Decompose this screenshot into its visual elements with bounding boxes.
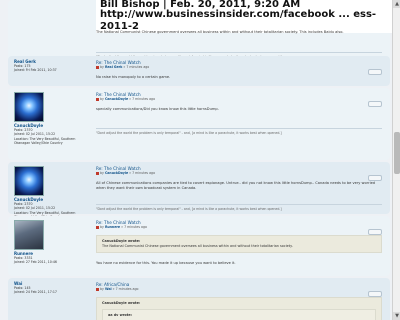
post-icon [96, 287, 99, 291]
post-author[interactable]: CanuckDoyle [105, 97, 128, 101]
post-icon [96, 65, 99, 69]
vertical-scrollbar[interactable]: ▲ ▼ [392, 0, 400, 320]
post-profile: Runnere Posts: 3331 Joined: 27 Feb 2011,… [14, 220, 84, 265]
post-profile: CanuckDoyle Posts: 2370 Joined: 02 Jul 2… [14, 166, 84, 219]
post-text: No raise his monopoly to a certain game. [96, 75, 171, 79]
post-body: Re: The Chinal Watch by CanuckDoyle » 7 … [96, 166, 382, 197]
post-icon [96, 171, 99, 175]
article-headline: Bill Bishop | Feb. 20, 2011, 9:20 AM htt… [96, 0, 392, 33]
post-body: Re: Africa/China by Wai » 7 minutes ago … [96, 282, 382, 320]
post-date: » 7 minutes ago [128, 97, 156, 101]
join-date: Joined: 27 Feb 2011, 10:46 [14, 260, 57, 265]
post-body: Re: The Chinal Watch by Runnere » 7 minu… [96, 220, 382, 272]
post-body: Re: The Chinal Watch by Real Gerk » 7 mi… [96, 60, 382, 86]
quote-author: CanuckDoyle wrote: [102, 301, 141, 305]
post-author[interactable]: Runnere [105, 225, 120, 229]
post-signature: "Dont adjust the world the problem is on… [96, 128, 382, 135]
post-icon [96, 97, 99, 101]
post-date: » 7 minutes ago [122, 65, 150, 69]
post-author[interactable]: Wai [105, 287, 112, 291]
post-profile: Wai Posts: 145 Joined: 24 Feb 2011, 17:1… [14, 281, 84, 295]
headline-byline: Bill Bishop | Feb. 20, 2011, 9:20 AM [100, 0, 301, 10]
post-text: You have no evidence for this. You made … [96, 261, 236, 265]
post-4: Runnere Posts: 3331 Joined: 27 Feb 2011,… [8, 216, 390, 276]
post-date: » 7 minutes ago [111, 287, 139, 291]
post-profile: CanuckDoyle Posts: 2370 Joined: 02 Jul 2… [14, 92, 84, 145]
post-signature: "Dont adjust the world the problem is on… [96, 204, 382, 211]
join-date: Joined: 24 Feb 2011, 17:17 [14, 290, 57, 295]
post-author-line: by CanuckDoyle » 7 minutes ago [96, 97, 382, 102]
scroll-up-icon[interactable]: ▲ [393, 0, 400, 8]
post-body: Re: The Chinal Watch by CanuckDoyle » 7 … [96, 92, 382, 118]
post-text: All of Chinese communications companies … [96, 181, 376, 190]
post-date: » 7 minutes ago [120, 225, 147, 229]
post-author[interactable]: Real Gerk [105, 65, 122, 69]
post-author[interactable]: CanuckDoyle [105, 171, 128, 175]
avatar [14, 166, 44, 196]
forum-viewport: Bill Bishop | Feb. 20, 2011, 9:20 AM htt… [0, 0, 392, 320]
quote-block: CanuckDoyle wrote: aa dv wrote: [96, 297, 382, 320]
post-author-line: by CanuckDoyle » 7 minutes ago [96, 171, 382, 176]
post-profile: Real Gerk Posts: 175 Joined: Fri Feb 201… [14, 59, 84, 73]
location-cont: Okanagan Valley/Okie Country [14, 140, 63, 145]
post-text: specially communications/Did you know kn… [96, 107, 219, 111]
scroll-thumb[interactable] [394, 132, 400, 174]
post-author-line: by Runnere » 7 minutes ago [96, 225, 382, 230]
post-author-line: by Wai » 7 minutes ago [96, 287, 382, 292]
nested-quote-block: aa dv wrote: [102, 309, 376, 320]
post-5: Wai Posts: 145 Joined: 24 Feb 2011, 17:1… [8, 278, 390, 320]
quote-block: CanuckDoyle wrote: The National Communis… [96, 235, 382, 253]
post-author-line: by Real Gerk » 7 minutes ago [96, 65, 382, 70]
post-2: CanuckDoyle Posts: 2370 Joined: 02 Jul 2… [8, 88, 390, 160]
post-text: The National Communist Chinese governmen… [96, 30, 344, 34]
avatar [14, 92, 44, 122]
join-date: Joined: Fri Feb 2011, 10:37 [14, 68, 57, 73]
post-1: Real Gerk Posts: 175 Joined: Fri Feb 201… [8, 56, 390, 86]
post-icon [96, 225, 99, 229]
post-date: » 7 minutes ago [128, 171, 156, 175]
post-3: CanuckDoyle Posts: 2370 Joined: 02 Jul 2… [8, 162, 390, 219]
nested-quote-author: aa dv wrote: [108, 313, 132, 317]
quote-text: The National Communist Chinese governmen… [102, 244, 293, 248]
post-top-body: The National Communist Chinese governmen… [96, 30, 382, 41]
scroll-down-icon[interactable]: ▼ [393, 312, 400, 320]
avatar [14, 220, 44, 250]
